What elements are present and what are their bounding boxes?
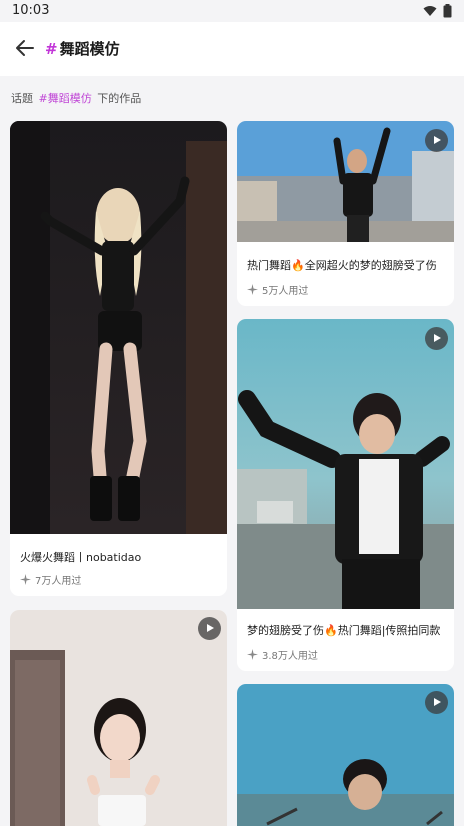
topic-subtitle: 话题 #舞蹈模仿 下的作品 [11,90,141,106]
status-bar: 10:03 [0,0,464,22]
sparkle-icon [247,284,258,295]
usage-count: 3.8万人用过 [247,647,318,662]
usage-count: 7万人用过 [20,572,81,587]
play-icon[interactable] [425,129,448,152]
usage-count-text: 7万人用过 [35,576,82,587]
topic-link[interactable]: #舞蹈模仿 [39,92,92,105]
sparkle-icon [247,649,258,660]
video-card[interactable]: 梦的翅膀受了伤🔥热门舞蹈|传照拍同款 3.8万人用过 [237,319,454,671]
video-thumbnail[interactable] [237,684,454,826]
wifi-icon [423,6,437,16]
status-icons [423,4,452,18]
status-time: 10:03 [12,3,50,18]
play-icon[interactable] [425,691,448,714]
play-icon[interactable] [425,327,448,350]
video-thumbnail[interactable] [10,610,227,826]
video-thumbnail[interactable] [237,121,454,242]
video-thumbnail[interactable] [10,121,227,534]
top-app-bar: # 舞蹈模仿 [0,22,464,76]
usage-count-text: 5万人用过 [262,286,309,297]
subtitle-suffix: 下的作品 [97,92,142,105]
video-card[interactable]: 火爆火舞蹈丨nobatidao 7万人用过 [10,121,227,596]
play-icon[interactable] [198,617,221,640]
video-card[interactable] [10,610,227,826]
usage-count: 5万人用过 [247,282,308,297]
video-thumbnail[interactable] [237,319,454,609]
sparkle-icon [20,574,31,585]
video-card[interactable]: 热门舞蹈🔥全网超火的梦的翅膀受了伤 5万人用过 [237,121,454,306]
subtitle-prefix: 话题 [11,92,33,105]
hash-symbol: # [45,40,58,58]
video-caption: 梦的翅膀受了伤🔥热门舞蹈|传照拍同款 [247,624,441,637]
back-arrow-icon[interactable] [14,37,36,59]
video-card[interactable] [237,684,454,826]
page-title-text: 舞蹈模仿 [59,40,120,58]
battery-icon [443,4,452,18]
video-caption: 火爆火舞蹈丨nobatidao [20,551,142,564]
usage-count-text: 3.8万人用过 [262,651,318,662]
video-caption: 热门舞蹈🔥全网超火的梦的翅膀受了伤 [247,259,437,272]
page-title: # 舞蹈模仿 [45,38,120,59]
